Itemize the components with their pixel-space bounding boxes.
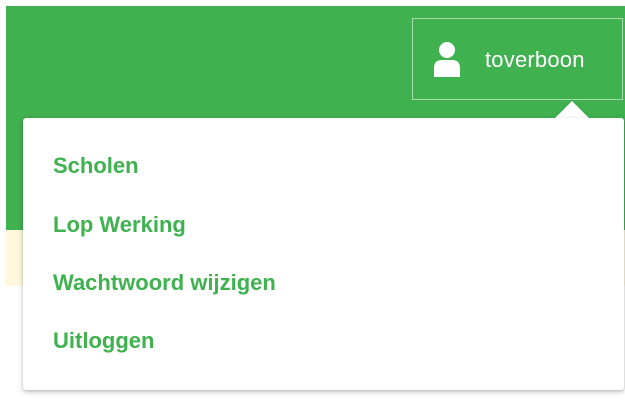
- menu-item-uitloggen[interactable]: Uitloggen: [53, 325, 154, 357]
- username-label: toverboon: [485, 47, 585, 72]
- user-menu-button[interactable]: toverboon: [412, 18, 623, 100]
- dropdown-pointer: [555, 101, 589, 118]
- user-icon: [433, 41, 461, 77]
- menu-item-scholen[interactable]: Scholen: [53, 150, 139, 182]
- menu-item-wachtwoord-wijzigen[interactable]: Wachtwoord wijzigen: [53, 267, 276, 299]
- user-dropdown-menu: Scholen Lop Werking Wachtwoord wijzigen …: [23, 118, 624, 390]
- menu-item-lop-werking[interactable]: Lop Werking: [53, 209, 186, 241]
